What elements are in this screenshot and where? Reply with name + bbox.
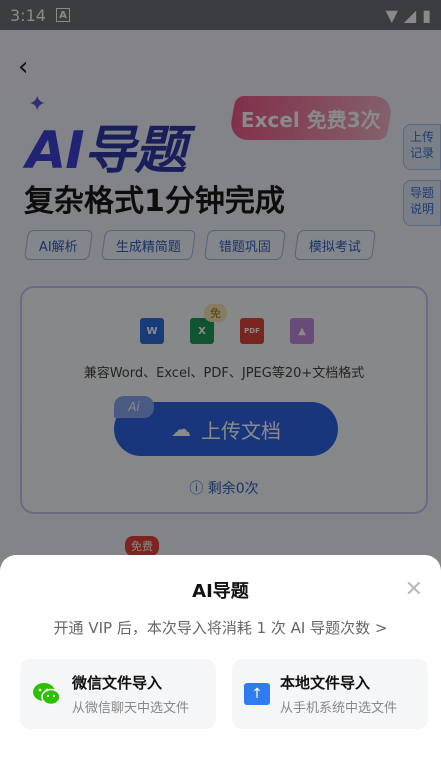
local-import-option[interactable]: ↑ 本地文件导入 从手机系统中选文件 xyxy=(232,659,428,729)
local-import-desc: 从手机系统中选文件 xyxy=(280,701,398,716)
vip-notice[interactable]: 开通 VIP 后，本次导入将消耗 1 次 AI 导题次数 > xyxy=(0,617,441,638)
wechat-import-desc: 从微信聊天中选文件 xyxy=(72,701,190,716)
local-import-title: 本地文件导入 xyxy=(280,674,371,692)
wechat-import-option[interactable]: 微信文件导入 从微信聊天中选文件 xyxy=(20,659,216,729)
wechat-import-title: 微信文件导入 xyxy=(72,674,163,692)
folder-upload-icon: ↑ xyxy=(244,683,270,705)
import-bottom-sheet: AI导题 ✕ 开通 VIP 后，本次导入将消耗 1 次 AI 导题次数 > 微信… xyxy=(0,555,441,784)
sheet-title: AI导题 xyxy=(192,581,249,602)
wechat-icon xyxy=(32,679,62,709)
close-icon[interactable]: ✕ xyxy=(405,577,423,602)
